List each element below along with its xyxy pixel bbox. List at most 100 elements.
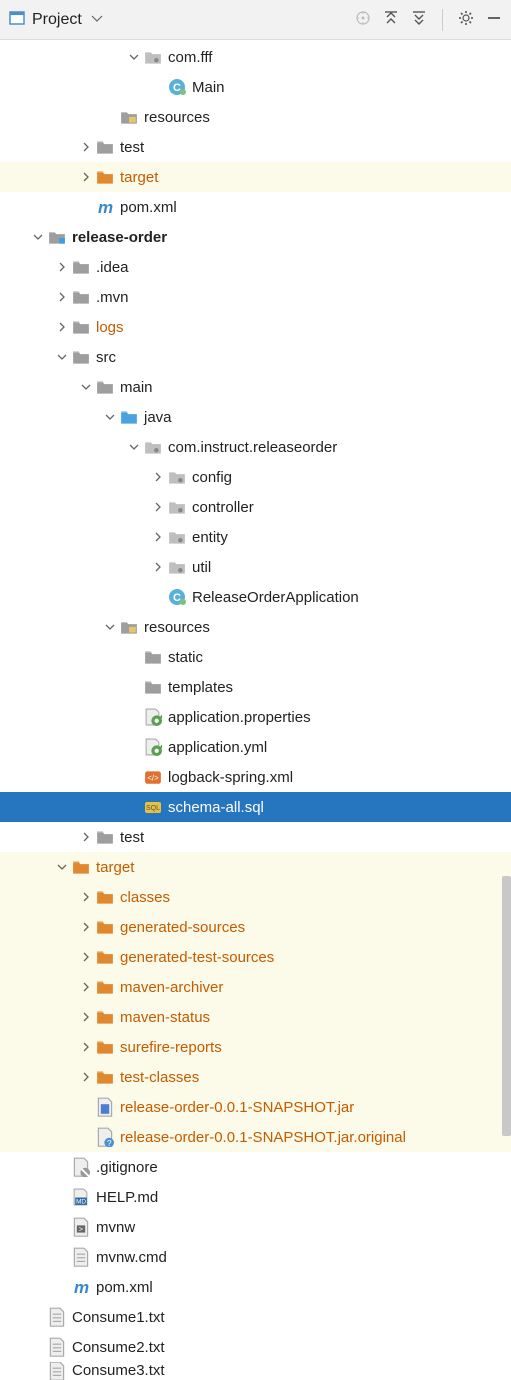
- tree-item[interactable]: target: [0, 162, 511, 192]
- tree-item[interactable]: </>logback-spring.xml: [0, 762, 511, 792]
- tree-item[interactable]: CMain: [0, 72, 511, 102]
- tree-item[interactable]: controller: [0, 492, 511, 522]
- tree-item[interactable]: MDHELP.md: [0, 1182, 511, 1212]
- chevron-down-icon[interactable]: [78, 379, 94, 395]
- tree-item[interactable]: resources: [0, 612, 511, 642]
- tree-item[interactable]: com.instruct.releaseorder: [0, 432, 511, 462]
- project-tool-window-title: Project: [32, 11, 82, 29]
- tree-item[interactable]: target: [0, 852, 511, 882]
- dropdown-icon[interactable]: [88, 9, 106, 31]
- scrollbar[interactable]: [502, 876, 511, 1196]
- tree-item-label: release-order-0.0.1-SNAPSHOT.jar: [120, 1099, 354, 1116]
- hide-icon[interactable]: [485, 9, 503, 31]
- chevron-right-icon[interactable]: [54, 319, 70, 335]
- tree-item[interactable]: entity: [0, 522, 511, 552]
- md-icon: MD: [72, 1188, 90, 1206]
- tree-item-label: ReleaseOrderApplication: [192, 589, 359, 606]
- tree-item[interactable]: templates: [0, 672, 511, 702]
- collapse-all-icon[interactable]: [410, 9, 428, 31]
- chevron-right-icon[interactable]: [54, 289, 70, 305]
- chevron-right-icon[interactable]: [78, 1039, 94, 1055]
- scrollbar-thumb[interactable]: [502, 876, 511, 1136]
- chevron-down-icon[interactable]: [102, 619, 118, 635]
- tree-item[interactable]: java: [0, 402, 511, 432]
- tree-item[interactable]: ?release-order-0.0.1-SNAPSHOT.jar.origin…: [0, 1122, 511, 1152]
- tree-item[interactable]: test: [0, 822, 511, 852]
- svg-text:>: >: [79, 1224, 83, 1233]
- tree-item-label: surefire-reports: [120, 1039, 222, 1056]
- tree-item[interactable]: release-order: [0, 222, 511, 252]
- tree-item[interactable]: Consume3.txt: [0, 1362, 511, 1380]
- chevron-right-icon[interactable]: [78, 919, 94, 935]
- chevron-down-icon[interactable]: [126, 439, 142, 455]
- tree-item[interactable]: src: [0, 342, 511, 372]
- chevron-right-icon[interactable]: [150, 499, 166, 515]
- tree-item[interactable]: generated-test-sources: [0, 942, 511, 972]
- tree-item[interactable]: com.fff: [0, 42, 511, 72]
- xml-icon: </>: [144, 768, 162, 786]
- folder-orange-icon: [96, 978, 114, 996]
- chevron-right-icon[interactable]: [78, 829, 94, 845]
- tree-item[interactable]: static: [0, 642, 511, 672]
- chevron-right-icon[interactable]: [78, 1069, 94, 1085]
- chevron-right-icon[interactable]: [54, 259, 70, 275]
- tree-item[interactable]: Consume1.txt: [0, 1302, 511, 1332]
- tree-item[interactable]: release-order-0.0.1-SNAPSHOT.jar: [0, 1092, 511, 1122]
- tree-item[interactable]: maven-status: [0, 1002, 511, 1032]
- tree-item[interactable]: .gitignore: [0, 1152, 511, 1182]
- chevron-right-icon[interactable]: [78, 949, 94, 965]
- project-tree[interactable]: com.fffCMainresourcestesttargetmpom.xmlr…: [0, 40, 511, 1380]
- file-icon: [48, 1308, 66, 1326]
- chevron-down-icon[interactable]: [126, 49, 142, 65]
- file-icon: [48, 1338, 66, 1356]
- folder-orange-icon: [96, 948, 114, 966]
- chevron-down-icon[interactable]: [102, 409, 118, 425]
- tree-item[interactable]: SQLschema-all.sql: [0, 792, 511, 822]
- chevron-right-icon[interactable]: [78, 889, 94, 905]
- tree-item[interactable]: resources: [0, 102, 511, 132]
- tree-item[interactable]: application.properties: [0, 702, 511, 732]
- tree-item[interactable]: main: [0, 372, 511, 402]
- tree-item[interactable]: >mvnw: [0, 1212, 511, 1242]
- tree-item[interactable]: config: [0, 462, 511, 492]
- tree-item-label: test: [120, 139, 144, 156]
- tree-item[interactable]: mpom.xml: [0, 1272, 511, 1302]
- chevron-down-icon[interactable]: [54, 859, 70, 875]
- chevron-right-icon[interactable]: [78, 979, 94, 995]
- tree-item-label: .gitignore: [96, 1159, 158, 1176]
- chevron-right-icon[interactable]: [150, 529, 166, 545]
- project-view-icon[interactable]: [8, 9, 26, 31]
- expand-all-icon[interactable]: [382, 9, 400, 31]
- tree-item-label: util: [192, 559, 211, 576]
- tree-item[interactable]: generated-sources: [0, 912, 511, 942]
- chevron-right-icon[interactable]: [78, 139, 94, 155]
- tree-item[interactable]: test: [0, 132, 511, 162]
- tree-item-label: maven-status: [120, 1009, 210, 1026]
- tree-item-label: entity: [192, 529, 228, 546]
- tree-item[interactable]: classes: [0, 882, 511, 912]
- pkg-icon: [168, 498, 186, 516]
- chevron-down-icon[interactable]: [54, 349, 70, 365]
- tree-item[interactable]: test-classes: [0, 1062, 511, 1092]
- select-opened-file-icon[interactable]: [354, 9, 372, 31]
- tree-item[interactable]: .mvn: [0, 282, 511, 312]
- gear-icon[interactable]: [457, 9, 475, 31]
- chevron-right-icon[interactable]: [150, 559, 166, 575]
- tree-item[interactable]: logs: [0, 312, 511, 342]
- tree-item[interactable]: Consume2.txt: [0, 1332, 511, 1362]
- tree-item[interactable]: .idea: [0, 252, 511, 282]
- tree-item[interactable]: application.yml: [0, 732, 511, 762]
- prop-icon: [144, 708, 162, 726]
- tree-item[interactable]: mvnw.cmd: [0, 1242, 511, 1272]
- tree-item[interactable]: util: [0, 552, 511, 582]
- tree-item[interactable]: maven-archiver: [0, 972, 511, 1002]
- chevron-down-icon[interactable]: [30, 229, 46, 245]
- file-icon: [48, 1362, 66, 1380]
- tree-item[interactable]: mpom.xml: [0, 192, 511, 222]
- chevron-right-icon[interactable]: [78, 169, 94, 185]
- chevron-right-icon[interactable]: [150, 469, 166, 485]
- tree-item-label: com.fff: [168, 49, 212, 66]
- chevron-right-icon[interactable]: [78, 1009, 94, 1025]
- tree-item[interactable]: CReleaseOrderApplication: [0, 582, 511, 612]
- tree-item[interactable]: surefire-reports: [0, 1032, 511, 1062]
